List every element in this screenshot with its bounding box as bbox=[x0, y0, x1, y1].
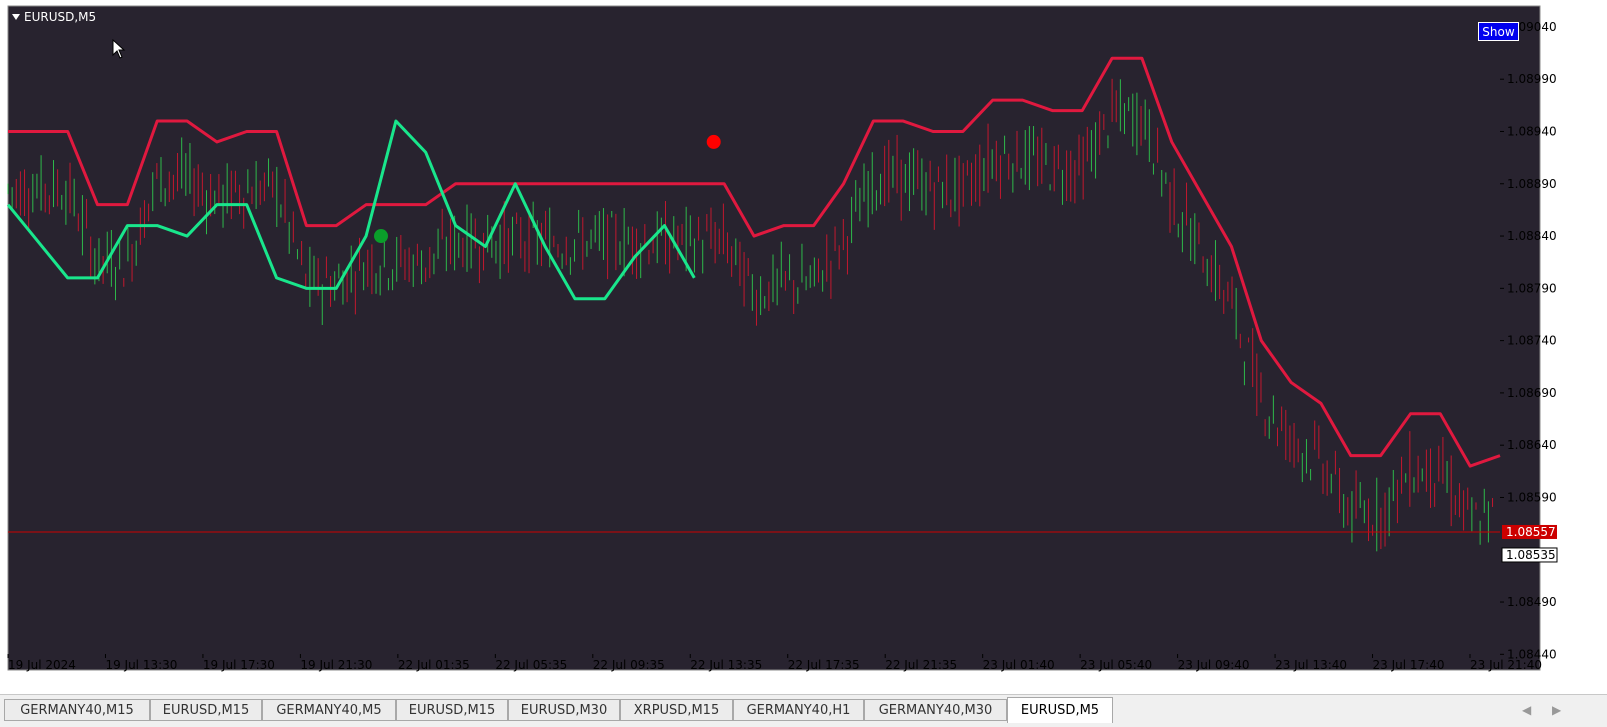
x-tick-label: 22 Jul 17:35 bbox=[788, 658, 860, 672]
x-tick-label: 19 Jul 2024 bbox=[8, 658, 76, 672]
tab-scroll-right-icon[interactable]: ▶ bbox=[1552, 703, 1561, 717]
x-tick-label: 23 Jul 13:40 bbox=[1275, 658, 1347, 672]
y-tick-label: 1.08590 bbox=[1507, 490, 1557, 504]
chart-symbol-title: EURUSD,M5 bbox=[12, 10, 96, 24]
x-tick-label: 22 Jul 09:35 bbox=[593, 658, 665, 672]
tab-germany40-m5[interactable]: GERMANY40,M5 bbox=[262, 699, 396, 721]
tab-eurusd-m15[interactable]: EURUSD,M15 bbox=[150, 699, 262, 721]
y-tick-label: 1.08740 bbox=[1507, 334, 1557, 348]
y-tick-label: 1.08940 bbox=[1507, 124, 1557, 138]
x-tick-label: 22 Jul 21:35 bbox=[885, 658, 957, 672]
x-tick-label: 22 Jul 05:35 bbox=[495, 658, 567, 672]
bid-price-label: 1.08535 bbox=[1506, 548, 1556, 562]
x-tick-label: 23 Jul 17:40 bbox=[1373, 658, 1445, 672]
x-tick-label: 23 Jul 21:40 bbox=[1470, 658, 1542, 672]
y-tick-label: 1.08990 bbox=[1507, 72, 1557, 86]
y-tick-label: 1.08690 bbox=[1507, 386, 1557, 400]
y-tick-label: 1.08790 bbox=[1507, 281, 1557, 295]
symbol-label: EURUSD,M5 bbox=[24, 10, 97, 24]
current-price-label: 1.08557 bbox=[1506, 525, 1556, 539]
x-tick-label: 23 Jul 09:40 bbox=[1178, 658, 1250, 672]
chart-tab-bar: GERMANY40,M15 EURUSD,M15 GERMANY40,M5 EURUS… bbox=[0, 694, 1607, 727]
sell-signal-marker bbox=[706, 134, 721, 149]
tab-eurusd-m15[interactable]: EURUSD,M15 bbox=[396, 699, 508, 721]
y-tick-label: 1.08490 bbox=[1507, 595, 1557, 609]
y-tick-label: 1.08640 bbox=[1507, 438, 1557, 452]
tab-scroll-left-icon[interactable]: ◀ bbox=[1522, 703, 1531, 717]
collapse-triangle-icon[interactable] bbox=[12, 14, 20, 20]
x-tick-label: 22 Jul 01:35 bbox=[398, 658, 470, 672]
mouse-cursor-icon bbox=[112, 39, 126, 59]
tab-germany40-m15[interactable]: GERMANY40,M15 bbox=[4, 699, 150, 721]
show-button[interactable]: Show bbox=[1478, 22, 1519, 41]
y-tick-label: 1.08890 bbox=[1507, 177, 1557, 191]
tab-xrpusd-m15[interactable]: XRPUSD,M15 bbox=[620, 699, 733, 721]
price-chart[interactable]: 1.090401.089901.089401.088901.088401.087… bbox=[0, 0, 1607, 726]
x-tick-label: 19 Jul 13:30 bbox=[105, 658, 177, 672]
x-tick-label: 19 Jul 21:30 bbox=[300, 658, 372, 672]
x-tick-label: 19 Jul 17:30 bbox=[203, 658, 275, 672]
tab-germany40-m30[interactable]: GERMANY40,M30 bbox=[864, 699, 1007, 721]
tab-eurusd-m30[interactable]: EURUSD,M30 bbox=[508, 699, 620, 721]
x-tick-label: 22 Jul 13:35 bbox=[690, 658, 762, 672]
x-tick-label: 23 Jul 01:40 bbox=[983, 658, 1055, 672]
plot-area[interactable] bbox=[8, 6, 1540, 670]
tab-eurusd-m5[interactable]: EURUSD,M5 bbox=[1007, 697, 1113, 723]
buy-signal-marker bbox=[374, 229, 388, 244]
x-tick-label: 23 Jul 05:40 bbox=[1080, 658, 1152, 672]
y-tick-label: 1.08840 bbox=[1507, 229, 1557, 243]
tab-germany40-h1[interactable]: GERMANY40,H1 bbox=[733, 699, 864, 721]
